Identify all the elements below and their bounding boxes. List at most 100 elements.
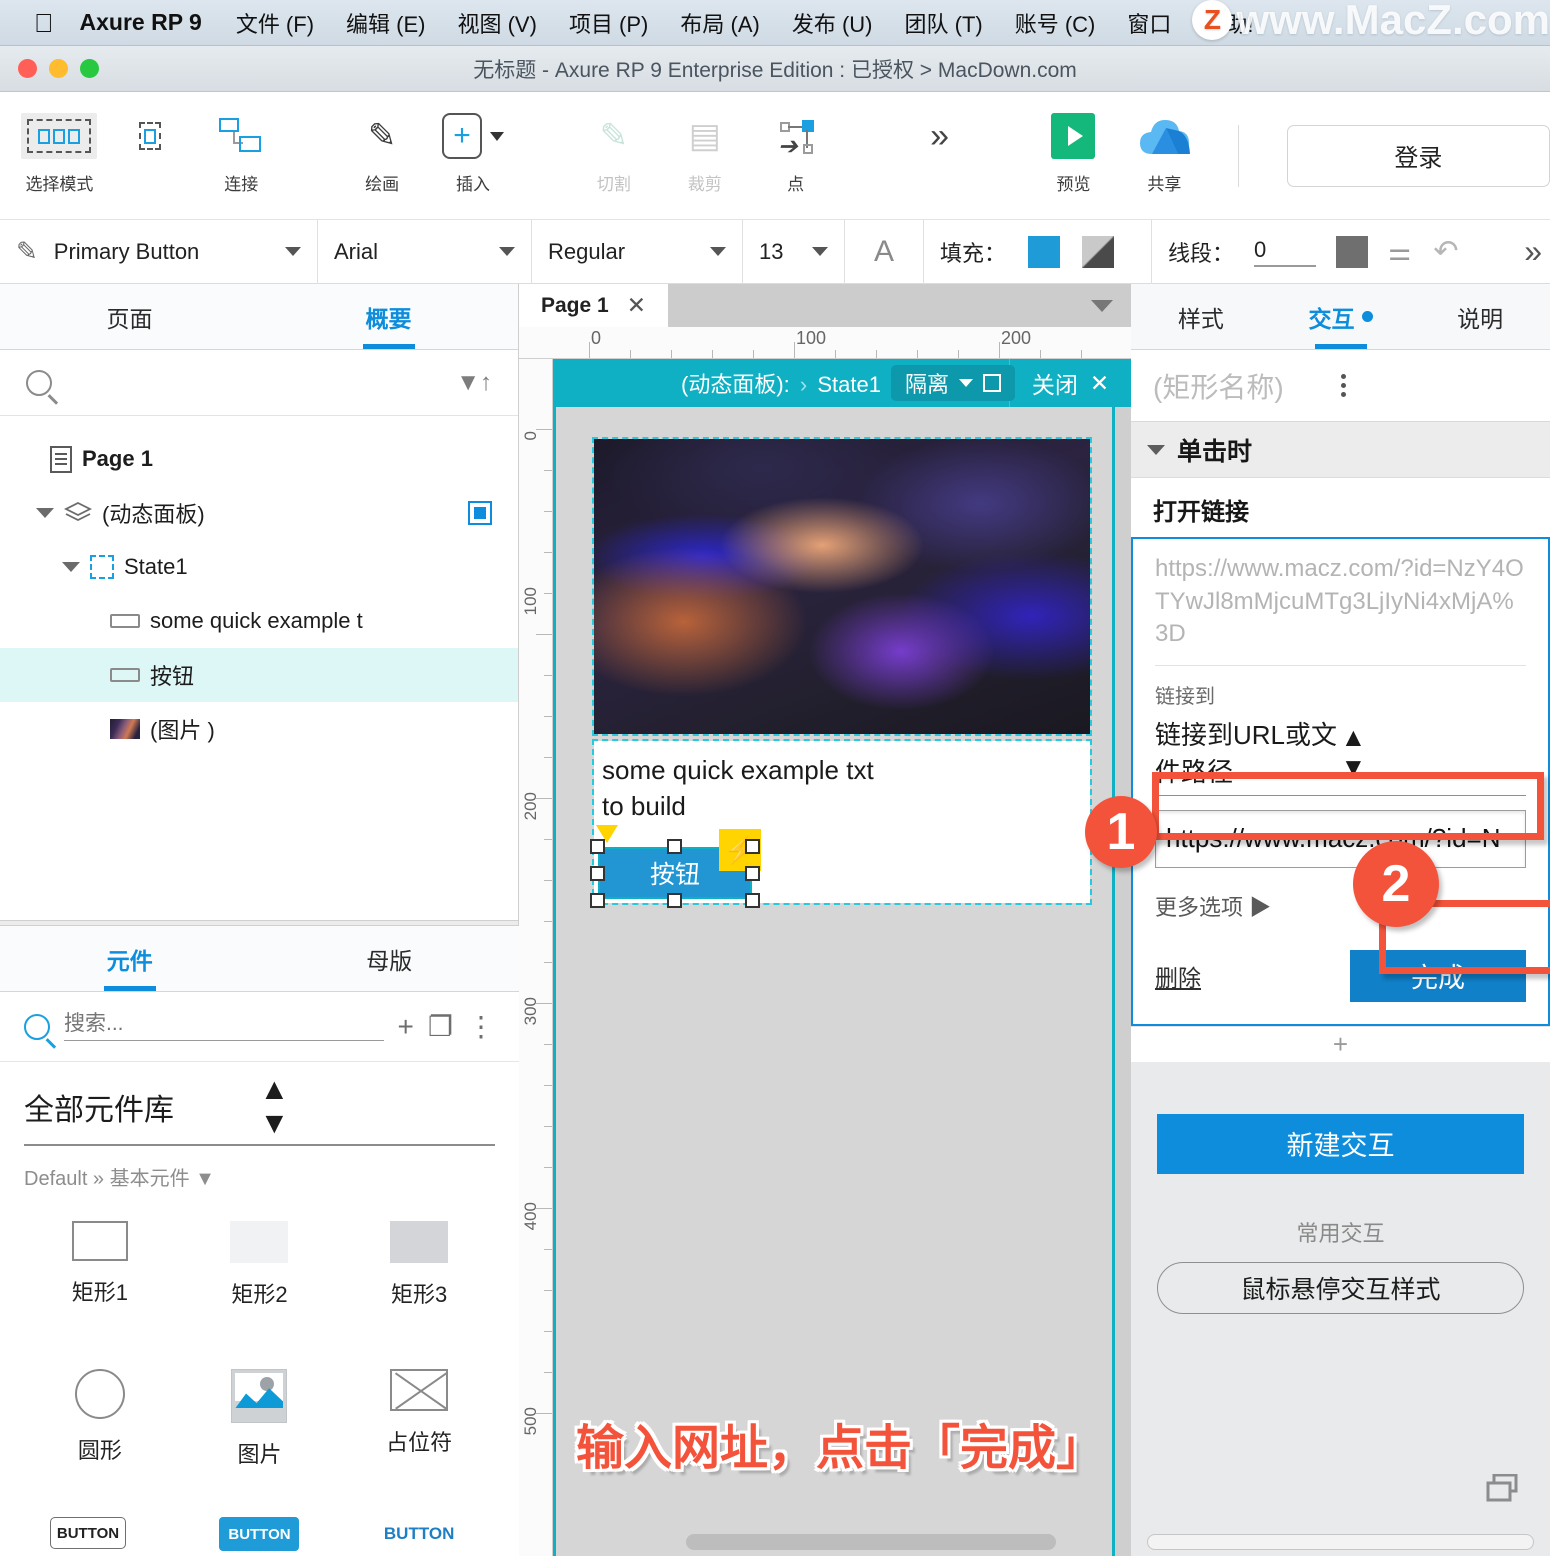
font-size-selector[interactable]: 13 xyxy=(743,219,845,284)
tree-node-dynamic-panel[interactable]: (动态面板) xyxy=(0,486,518,540)
menu-item-view[interactable]: 视图 (V) xyxy=(457,7,536,39)
tab-pages[interactable]: 页面 xyxy=(0,284,259,349)
resize-handle[interactable] xyxy=(745,866,760,881)
font-family-selector[interactable]: Arial xyxy=(318,219,532,284)
apple-logo-icon[interactable]:  xyxy=(34,10,54,36)
format-overflow-button[interactable]: » xyxy=(1524,233,1550,270)
new-interaction-button[interactable]: 新建交互 xyxy=(1157,1113,1524,1174)
tab-interactions[interactable]: 交互 xyxy=(1271,284,1411,349)
library-breadcrumb[interactable]: Default » 基本元件 ▼ xyxy=(0,1146,519,1201)
chevron-down-icon[interactable] xyxy=(812,247,828,256)
chevron-down-icon[interactable] xyxy=(710,247,726,256)
close-panel-edit-button[interactable]: 关闭 ✕ xyxy=(1009,359,1131,407)
panel-state-badge[interactable] xyxy=(468,501,492,525)
tree-node-image-widget[interactable]: (图片 ) xyxy=(0,702,518,756)
chevron-down-icon[interactable] xyxy=(959,379,974,387)
canvas-tab-page1[interactable]: Page 1 ✕ xyxy=(519,284,668,327)
tab-outline[interactable]: 概要 xyxy=(259,284,518,349)
chevron-down-icon[interactable] xyxy=(499,247,515,256)
fill-gradient-swatch[interactable] xyxy=(1082,235,1115,268)
plus-icon[interactable]: + xyxy=(398,1011,414,1043)
arrow-style-icon[interactable]: ↶ xyxy=(1433,234,1458,269)
menu-item-window[interactable]: 窗口 xyxy=(1127,7,1171,39)
chevron-down-icon[interactable] xyxy=(490,131,504,141)
library-search-input[interactable] xyxy=(64,1012,384,1041)
url-input[interactable]: https://www.macz.com/?id=N xyxy=(1155,809,1526,868)
toolbar-connect[interactable]: 连接 xyxy=(196,92,287,212)
chevron-down-icon[interactable] xyxy=(1091,299,1113,312)
focus-frame-icon[interactable] xyxy=(983,374,1002,392)
ribbon-state-name[interactable]: State1 xyxy=(817,372,881,397)
menu-item-publish[interactable]: 发布 (U) xyxy=(792,7,873,39)
menu-item-project[interactable]: 项目 (P) xyxy=(569,7,648,39)
toolbar-insert[interactable]: + 插入 xyxy=(428,92,519,212)
widget-item-rect3[interactable]: 矩形3 xyxy=(339,1207,499,1355)
more-options-toggle[interactable]: 更多选项 ▶ xyxy=(1155,868,1526,922)
tab-notes[interactable]: 说明 xyxy=(1410,284,1550,349)
font-weight-selector[interactable]: Regular xyxy=(532,219,743,284)
resize-handle[interactable] xyxy=(745,893,760,908)
resize-handle[interactable] xyxy=(590,893,605,908)
tab-masters[interactable]: 母版 xyxy=(260,926,520,991)
toolbar-share[interactable]: 共享 xyxy=(1119,92,1210,212)
style-selector[interactable]: ✎ Primary Button xyxy=(0,219,318,284)
widget-item-button-filled[interactable]: BUTTON xyxy=(180,1503,340,1556)
line-color-swatch[interactable] xyxy=(1336,235,1369,268)
tab-style[interactable]: 样式 xyxy=(1131,284,1271,349)
text-color-button[interactable]: A xyxy=(845,219,924,284)
resize-handle[interactable] xyxy=(745,839,760,854)
library-selector[interactable]: 全部元件库 ▲ ▼ xyxy=(24,1070,495,1146)
chevron-down-icon[interactable] xyxy=(62,562,80,572)
tree-node-text-widget[interactable]: some quick example t xyxy=(0,594,518,648)
toolbar-draw[interactable]: ✎ 绘画 xyxy=(337,92,428,212)
toolbar-preview[interactable]: 预览 xyxy=(1028,92,1119,212)
chevron-double-right-icon[interactable]: » xyxy=(930,108,949,164)
stepper-updown-icon[interactable]: ▲ ▼ xyxy=(260,1075,496,1139)
outline-search-input[interactable] xyxy=(66,370,443,395)
tree-node-state1[interactable]: State1 xyxy=(0,540,518,594)
toolbar-overflow[interactable]: » xyxy=(891,92,982,212)
menu-item-edit[interactable]: 编辑 (E) xyxy=(346,7,425,39)
canvas-horizontal-scrollbar[interactable] xyxy=(686,1534,1056,1550)
toolbar-select-single[interactable] xyxy=(105,92,196,212)
widget-item-button-outline[interactable]: BUTTON xyxy=(20,1503,180,1556)
toolbar-point[interactable]: ➔ 点 xyxy=(750,92,841,212)
chevron-down-icon[interactable] xyxy=(36,508,54,518)
resize-handle[interactable] xyxy=(667,839,682,854)
chevron-down-icon[interactable] xyxy=(285,247,301,256)
widget-item-circle[interactable]: 圆形 xyxy=(20,1355,180,1503)
right-panel-scrollbar[interactable] xyxy=(1147,1534,1534,1550)
line-width-input[interactable]: 0 xyxy=(1254,237,1317,267)
chevron-down-icon[interactable] xyxy=(1147,444,1165,455)
menu-item-file[interactable]: 文件 (F) xyxy=(236,7,314,39)
artboard[interactable]: some quick example txt to build 按钮 ⚡ 输入网… xyxy=(553,407,1115,1556)
close-icon[interactable]: ✕ xyxy=(627,292,646,319)
menu-item-account[interactable]: 账号 (C) xyxy=(1015,7,1096,39)
widget-item-rect1[interactable]: 矩形1 xyxy=(20,1207,180,1355)
widget-item-button-text[interactable]: BUTTON xyxy=(339,1503,499,1556)
link-to-select[interactable]: 链接到URL或文件路径 ▲ ▼ xyxy=(1155,715,1526,796)
widget-item-rect2[interactable]: 矩形2 xyxy=(180,1207,340,1355)
done-button[interactable]: 完成 xyxy=(1350,949,1526,1002)
add-action-button[interactable]: + xyxy=(1131,1025,1550,1062)
resize-handle[interactable] xyxy=(590,839,605,854)
stepper-updown-icon[interactable]: ▲ ▼ xyxy=(1341,724,1527,780)
tree-node-page1[interactable]: Page 1 xyxy=(0,432,518,486)
kebab-menu-icon[interactable] xyxy=(1340,374,1529,397)
menu-item-help[interactable]: 帮助! xyxy=(1203,7,1253,39)
tree-node-button-widget[interactable]: 按钮 xyxy=(0,648,518,702)
menu-app-name[interactable]: Axure RP 9 xyxy=(80,9,202,36)
tab-widgets[interactable]: 元件 xyxy=(0,926,260,991)
resize-handle[interactable] xyxy=(667,893,682,908)
login-button[interactable]: 登录 xyxy=(1286,124,1550,187)
delete-action-link[interactable]: 删除 xyxy=(1155,959,1201,993)
toolbar-select-mode[interactable]: 选择模式 xyxy=(14,92,105,212)
filter-sort-icon[interactable]: ▼↑ xyxy=(456,369,492,397)
widget-item-image[interactable]: 图片 xyxy=(180,1355,340,1503)
event-row-onclick[interactable]: 单击时 xyxy=(1131,422,1550,478)
duplicate-icon[interactable] xyxy=(1486,1473,1520,1502)
close-icon[interactable]: ✕ xyxy=(1090,370,1109,397)
widget-name-input[interactable]: (矩形名称) xyxy=(1153,366,1341,406)
fill-color-swatch[interactable] xyxy=(1028,235,1061,268)
menu-item-layout[interactable]: 布局 (A) xyxy=(680,7,759,39)
